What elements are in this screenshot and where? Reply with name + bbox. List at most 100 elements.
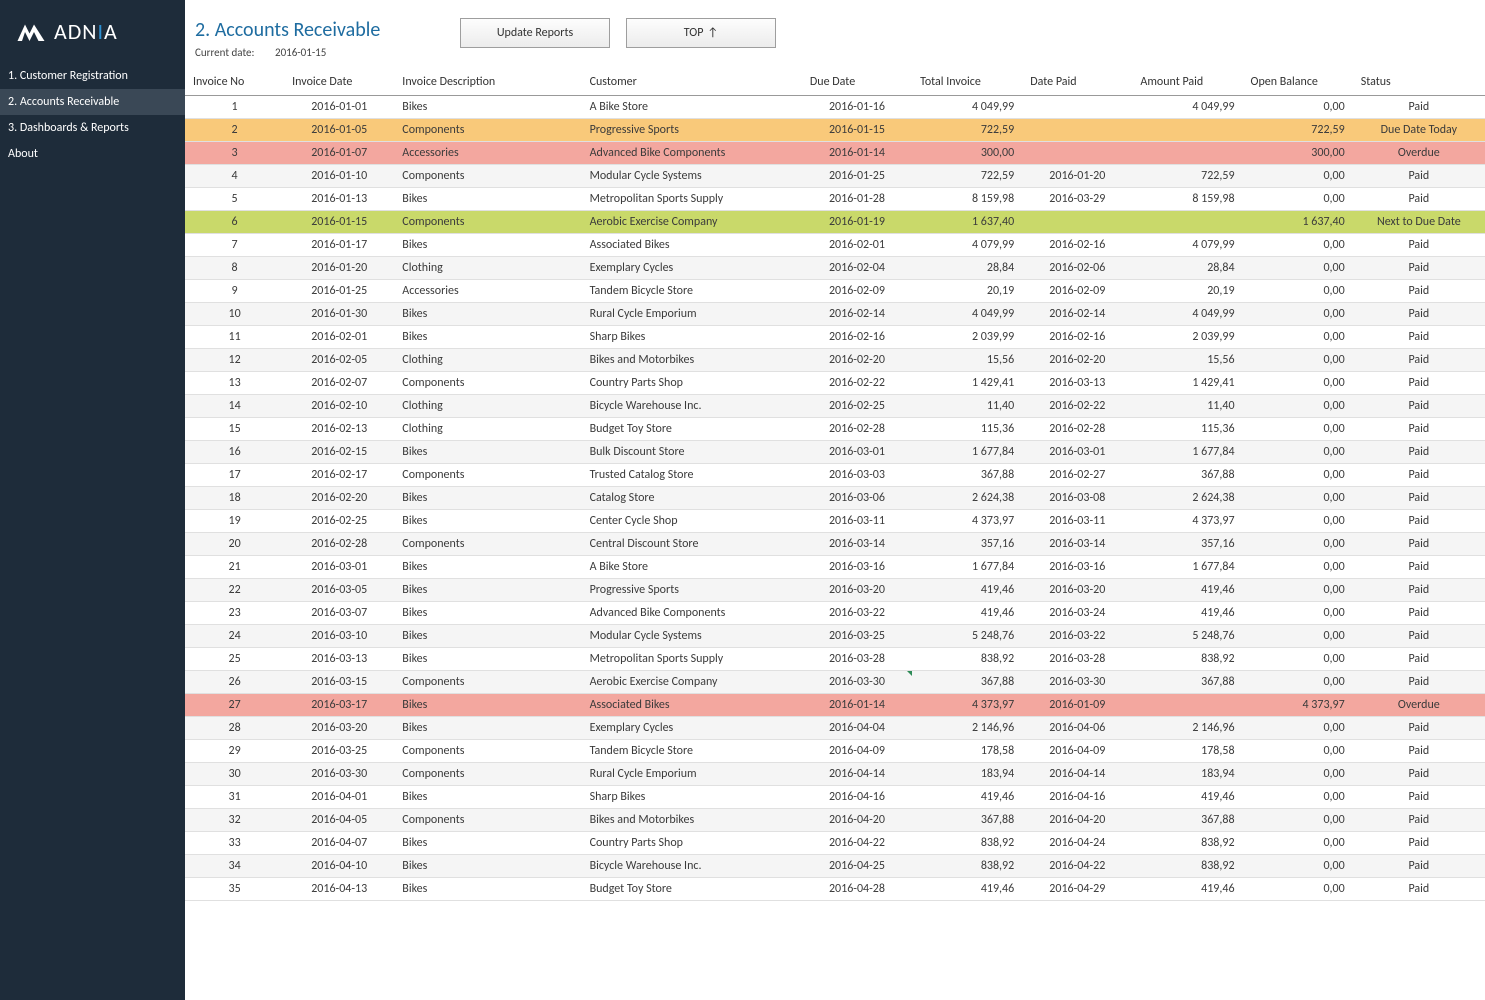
cell[interactable]: Bikes	[394, 878, 581, 901]
cell[interactable]: Paid	[1353, 96, 1485, 119]
cell[interactable]: 4 373,97	[1132, 510, 1242, 533]
cell[interactable]: 2016-01-13	[284, 188, 394, 211]
cell[interactable]: 2016-01-16	[802, 96, 912, 119]
cell[interactable]: 115,36	[912, 418, 1022, 441]
cell[interactable]: 0,00	[1243, 188, 1353, 211]
cell[interactable]: Paid	[1353, 809, 1485, 832]
cell[interactable]: Components	[394, 464, 581, 487]
cell[interactable]: 367,88	[1132, 809, 1242, 832]
cell[interactable]: Paid	[1353, 625, 1485, 648]
cell[interactable]: 2016-03-20	[284, 717, 394, 740]
table-row[interactable]: 42016-01-10ComponentsModular Cycle Syste…	[185, 165, 1485, 188]
cell[interactable]: 28	[185, 717, 284, 740]
cell[interactable]: 367,88	[1132, 464, 1242, 487]
cell[interactable]: 0,00	[1243, 418, 1353, 441]
cell[interactable]: Paid	[1353, 165, 1485, 188]
cell[interactable]: Clothing	[394, 257, 581, 280]
cell[interactable]: 1 677,84	[912, 556, 1022, 579]
cell[interactable]: 419,46	[1132, 602, 1242, 625]
cell[interactable]: 419,46	[1132, 579, 1242, 602]
cell[interactable]: 0,00	[1243, 809, 1353, 832]
cell[interactable]: Tandem Bicycle Store	[582, 740, 802, 763]
cell[interactable]: 4 049,99	[912, 96, 1022, 119]
cell[interactable]: 0,00	[1243, 96, 1353, 119]
cell[interactable]: 2016-02-05	[284, 349, 394, 372]
cell[interactable]: 26	[185, 671, 284, 694]
cell[interactable]: 4 373,97	[1243, 694, 1353, 717]
cell[interactable]: Bikes and Motorbikes	[582, 349, 802, 372]
table-row[interactable]: 312016-04-01BikesSharp Bikes2016-04-1641…	[185, 786, 1485, 809]
cell[interactable]: Bulk Discount Store	[582, 441, 802, 464]
cell[interactable]: 838,92	[1132, 855, 1242, 878]
cell[interactable]: Bikes	[394, 487, 581, 510]
cell[interactable]: Components	[394, 165, 581, 188]
cell[interactable]: 18	[185, 487, 284, 510]
cell[interactable]: 0,00	[1243, 579, 1353, 602]
cell[interactable]: 722,59	[912, 165, 1022, 188]
cell[interactable]: Associated Bikes	[582, 694, 802, 717]
cell[interactable]: Bikes	[394, 648, 581, 671]
cell[interactable]: 2016-03-25	[284, 740, 394, 763]
cell[interactable]: Bikes	[394, 579, 581, 602]
cell[interactable]: 4 049,99	[1132, 303, 1242, 326]
cell[interactable]: 2	[185, 119, 284, 142]
cell[interactable]: 2016-02-28	[284, 533, 394, 556]
cell[interactable]: Trusted Catalog Store	[582, 464, 802, 487]
cell[interactable]: 23	[185, 602, 284, 625]
cell[interactable]: 31	[185, 786, 284, 809]
cell[interactable]	[1132, 142, 1242, 165]
cell[interactable]: 17	[185, 464, 284, 487]
cell[interactable]: Components	[394, 533, 581, 556]
cell[interactable]: 419,46	[912, 602, 1022, 625]
cell[interactable]: 2016-03-08	[1022, 487, 1132, 510]
cell[interactable]: 2016-03-13	[284, 648, 394, 671]
column-header[interactable]: Status	[1353, 69, 1485, 96]
cell[interactable]: 300,00	[912, 142, 1022, 165]
cell[interactable]: 0,00	[1243, 303, 1353, 326]
cell[interactable]: 9	[185, 280, 284, 303]
cell[interactable]: Catalog Store	[582, 487, 802, 510]
table-row[interactable]: 12016-01-01BikesA Bike Store2016-01-164 …	[185, 96, 1485, 119]
cell[interactable]: Bikes	[394, 234, 581, 257]
cell[interactable]: Paid	[1353, 303, 1485, 326]
cell[interactable]: 2016-04-10	[284, 855, 394, 878]
column-header[interactable]: Date Paid	[1022, 69, 1132, 96]
cell[interactable]: 0,00	[1243, 234, 1353, 257]
cell[interactable]: 2016-04-07	[284, 832, 394, 855]
cell[interactable]: 2016-03-01	[1022, 441, 1132, 464]
cell[interactable]: Bicycle Warehouse Inc.	[582, 395, 802, 418]
cell[interactable]: 35	[185, 878, 284, 901]
cell[interactable]: 4 079,99	[1132, 234, 1242, 257]
cell[interactable]: 0,00	[1243, 441, 1353, 464]
table-row[interactable]: 282016-03-20BikesExemplary Cycles2016-04…	[185, 717, 1485, 740]
table-row[interactable]: 262016-03-15ComponentsAerobic Exercise C…	[185, 671, 1485, 694]
cell[interactable]: 838,92	[1132, 648, 1242, 671]
cell[interactable]: 2016-01-07	[284, 142, 394, 165]
sidebar-item-2[interactable]: 3. Dashboards & Reports	[0, 115, 185, 141]
cell[interactable]: Paid	[1353, 510, 1485, 533]
cell[interactable]: 0,00	[1243, 349, 1353, 372]
cell[interactable]: 10	[185, 303, 284, 326]
cell[interactable]: Accessories	[394, 142, 581, 165]
cell[interactable]: Paid	[1353, 786, 1485, 809]
cell[interactable]: Bikes	[394, 786, 581, 809]
cell[interactable]: Modular Cycle Systems	[582, 625, 802, 648]
cell[interactable]: 0,00	[1243, 878, 1353, 901]
cell[interactable]: 15,56	[912, 349, 1022, 372]
cell[interactable]: 8 159,98	[1132, 188, 1242, 211]
table-row[interactable]: 332016-04-07BikesCountry Parts Shop2016-…	[185, 832, 1485, 855]
cell[interactable]: 20,19	[1132, 280, 1242, 303]
cell[interactable]: Rural Cycle Emporium	[582, 763, 802, 786]
cell[interactable]: 0,00	[1243, 510, 1353, 533]
cell[interactable]: 0,00	[1243, 487, 1353, 510]
cell[interactable]: 15,56	[1132, 349, 1242, 372]
cell[interactable]: Paid	[1353, 855, 1485, 878]
cell[interactable]: 4 049,99	[1132, 96, 1242, 119]
cell[interactable]: 2016-01-25	[802, 165, 912, 188]
table-row[interactable]: 172016-02-17ComponentsTrusted Catalog St…	[185, 464, 1485, 487]
cell[interactable]: Rural Cycle Emporium	[582, 303, 802, 326]
cell[interactable]: Bikes	[394, 188, 581, 211]
cell[interactable]: 24	[185, 625, 284, 648]
cell[interactable]: 367,88	[912, 809, 1022, 832]
cell[interactable]: 2016-03-28	[802, 648, 912, 671]
